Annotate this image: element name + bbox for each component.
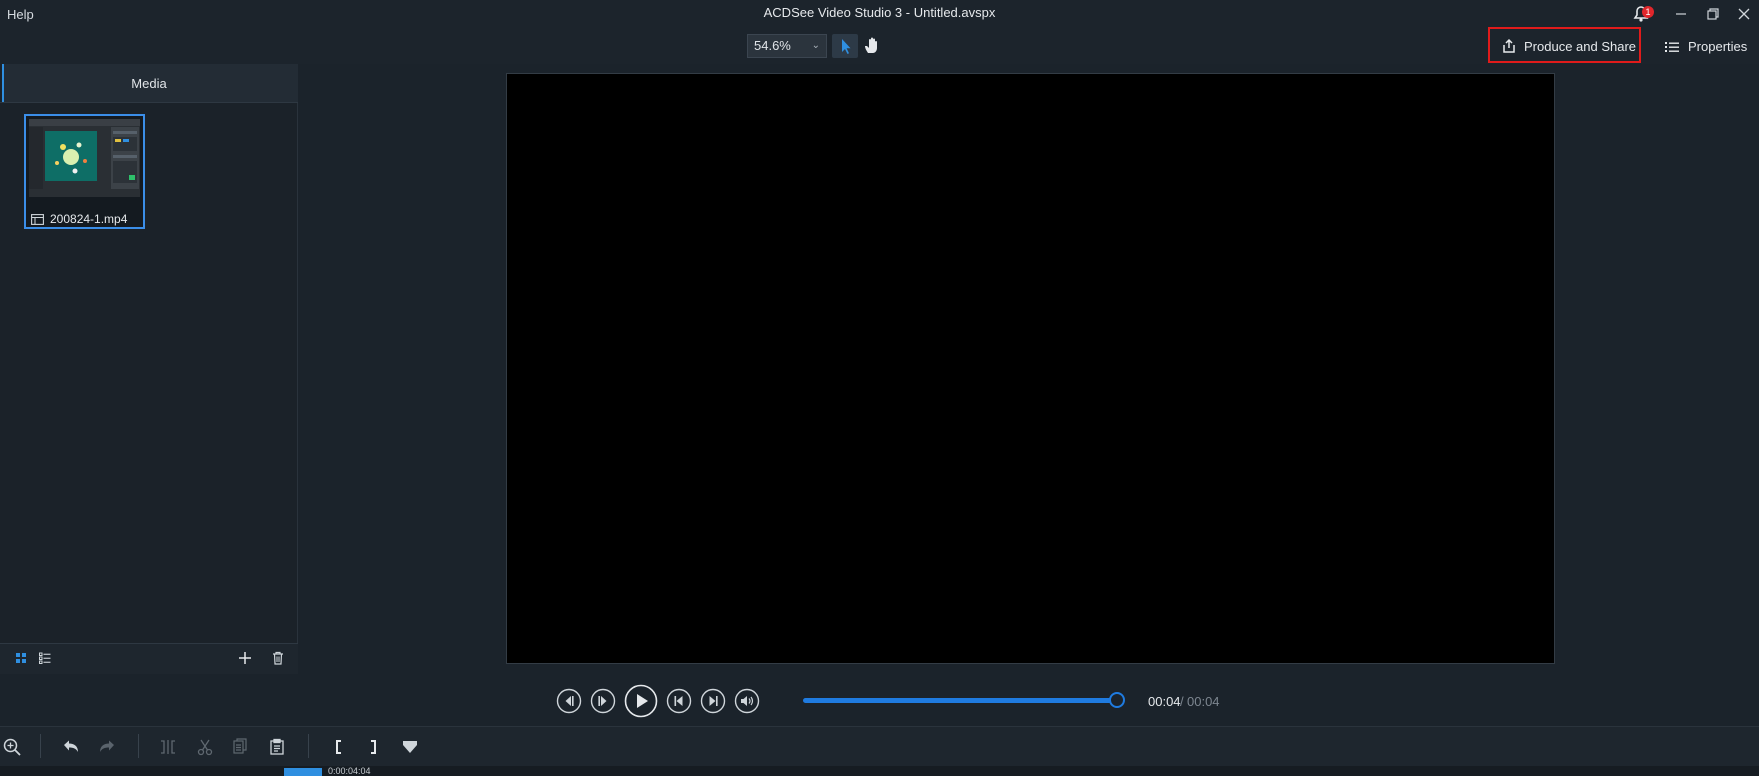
restore-icon[interactable] <box>1702 4 1724 24</box>
media-item[interactable]: 200824-1.mp4 <box>24 114 145 229</box>
hand-icon <box>865 37 877 53</box>
properties-button[interactable]: Properties <box>1660 30 1755 62</box>
undo-icon[interactable] <box>61 737 81 757</box>
select-tool-button[interactable] <box>832 34 858 58</box>
trash-icon[interactable] <box>270 650 286 666</box>
time-separator: / <box>1180 694 1184 709</box>
pointer-icon <box>842 39 851 54</box>
zoom-in-icon[interactable] <box>2 737 22 757</box>
notification-badge: 1 <box>1642 6 1654 18</box>
zoom-select[interactable]: 54.6% ⌄ <box>747 34 827 58</box>
produce-and-share-button[interactable]: Produce and Share <box>1488 27 1641 63</box>
zoom-value: 54.6% <box>754 38 791 53</box>
chevron-down-icon: ⌄ <box>811 40 820 51</box>
media-item-filename: 200824-1.mp4 <box>50 212 128 226</box>
list-view-icon[interactable] <box>38 651 52 665</box>
film-icon <box>31 213 44 228</box>
go-to-end-icon[interactable] <box>700 688 726 714</box>
share-icon <box>1501 38 1517 57</box>
next-frame-icon[interactable] <box>590 688 616 714</box>
toolbar-divider <box>308 734 309 758</box>
playback-scrubber-handle[interactable] <box>1109 692 1125 708</box>
current-time: 00:04 <box>1148 694 1181 709</box>
properties-label: Properties <box>1688 39 1748 54</box>
pan-tool-button[interactable] <box>860 34 884 58</box>
tab-media-label: Media <box>131 76 167 91</box>
paste-icon[interactable] <box>267 737 287 757</box>
play-icon[interactable] <box>624 684 658 718</box>
mark-in-icon[interactable] <box>329 737 349 757</box>
toolbar-divider <box>40 734 41 758</box>
redo-icon[interactable] <box>97 737 117 757</box>
total-time: 00:04 <box>1187 694 1220 709</box>
toolbar-divider <box>138 734 139 758</box>
mark-out-icon[interactable] <box>363 737 383 757</box>
cut-icon[interactable] <box>195 737 215 757</box>
timeline-toolbar <box>0 726 1759 766</box>
list-icon <box>1664 39 1680 58</box>
minimize-icon[interactable] <box>1670 4 1692 24</box>
grid-view-icon[interactable] <box>14 651 28 665</box>
divider <box>0 102 298 103</box>
volume-icon[interactable] <box>734 688 760 714</box>
video-preview[interactable] <box>506 73 1555 664</box>
copy-icon[interactable] <box>230 737 250 757</box>
produce-and-share-label: Produce and Share <box>1524 39 1637 54</box>
window-title: ACDSee Video Studio 3 - Untitled.avspx <box>763 5 996 20</box>
playhead-time: 0:00:04:04 <box>328 766 371 776</box>
previous-frame-icon[interactable] <box>556 688 582 714</box>
close-icon[interactable] <box>1733 4 1755 24</box>
go-to-start-icon[interactable] <box>666 688 692 714</box>
add-icon[interactable] <box>237 650 253 666</box>
playhead[interactable] <box>284 768 322 776</box>
playback-progress-bar[interactable] <box>803 698 1117 703</box>
timeline-ruler[interactable] <box>0 766 1759 776</box>
add-marker-icon[interactable] <box>400 737 420 757</box>
split-icon[interactable] <box>158 737 178 757</box>
media-thumbnail <box>29 119 140 197</box>
